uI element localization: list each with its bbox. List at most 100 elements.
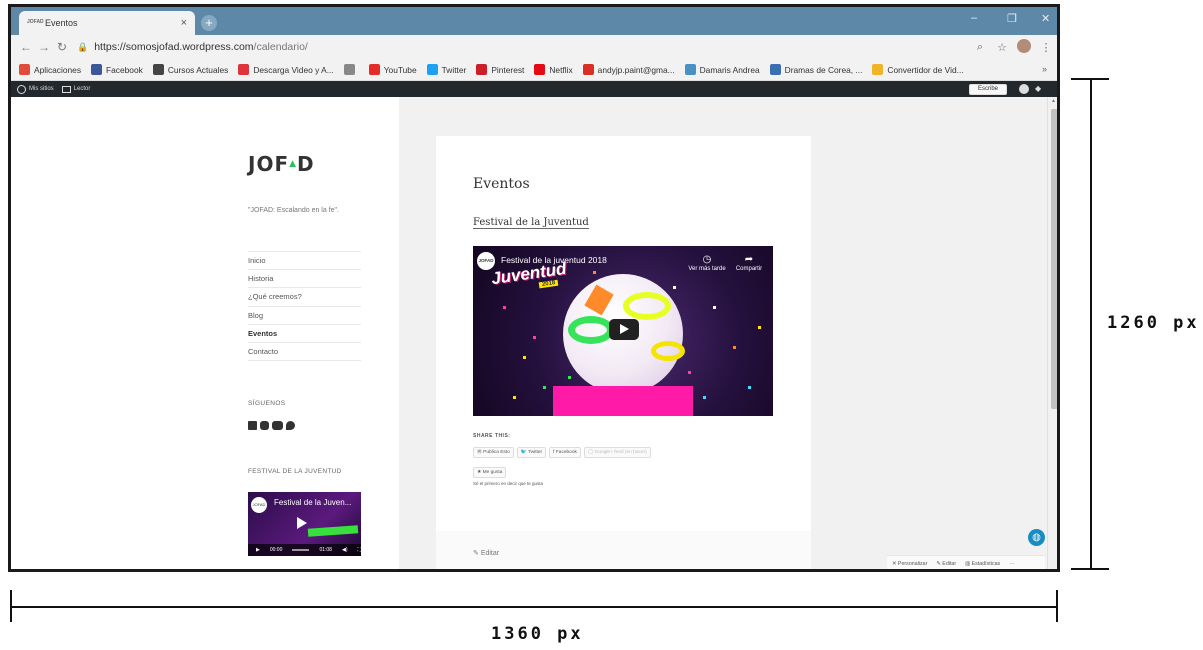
watch-later-button[interactable]: ◷ Ver más tarde xyxy=(685,254,729,272)
nav-item[interactable]: Eventos xyxy=(248,323,361,342)
star-bookmark-icon[interactable]: ☆ xyxy=(991,41,1013,54)
youtube-embed[interactable]: JOFAD Festival de la juventud 2018 Juven… xyxy=(473,246,773,416)
share-wordpress-button[interactable]: Ⓦ Publica Esto xyxy=(473,447,514,458)
instagram-icon[interactable] xyxy=(260,421,269,430)
reader-icon xyxy=(61,85,71,93)
address-bar[interactable]: 🔒 https://somosjofad.wordpress.com/calend… xyxy=(77,41,969,53)
twitter-icon[interactable] xyxy=(286,421,295,430)
my-sites-link[interactable]: Mis sitios xyxy=(17,84,54,94)
gmail-icon xyxy=(582,64,594,75)
site-sidebar: JOF▲D "JOFAD: Escalando en la fe". Inici… xyxy=(11,97,399,569)
bookmark-item[interactable]: Dramas de Corea, ... xyxy=(769,64,862,75)
forward-icon[interactable]: → xyxy=(35,40,53,54)
reader-link[interactable]: Lector xyxy=(61,85,91,93)
video-art-confetti xyxy=(733,346,736,349)
youtube-icon[interactable] xyxy=(272,421,283,430)
share-google-button[interactable]: ◯ Google+ feed (en hacer) xyxy=(583,447,651,458)
bookmark-item[interactable]: Facebook xyxy=(91,64,143,75)
bookmark-item[interactable]: Aplicaciones xyxy=(19,64,81,75)
mini-time-current: 00:00 xyxy=(269,547,283,553)
site-favicon-icon: JOFAD xyxy=(27,19,44,25)
stats-link[interactable]: ▥ Estadísticas xyxy=(965,561,1000,567)
mini-video-controls: ▶ 00:00 01:08 ◀) ⛶ xyxy=(248,544,361,556)
bookmark-item[interactable]: Cursos Actuales xyxy=(152,64,228,75)
browser-toolbar: ← → ↻ 🔒 https://somosjofad.wordpress.com/… xyxy=(11,35,1057,59)
volume-icon[interactable]: ◀) xyxy=(342,544,348,556)
profile-avatar[interactable] xyxy=(1013,38,1035,56)
bookmark-item[interactable]: Twitter xyxy=(426,64,467,75)
bookmark-label: Aplicaciones xyxy=(34,64,82,75)
video-art-confetti xyxy=(503,306,506,309)
youtube-icon xyxy=(368,64,380,75)
back-icon[interactable]: ← xyxy=(17,40,35,54)
wp-admin-bar: Mis sitios Lector Escribe ◆ xyxy=(11,81,1057,97)
nav-item[interactable]: Historia xyxy=(248,269,361,287)
download-icon xyxy=(238,64,250,75)
share-facebook-button[interactable]: f Facebook xyxy=(549,447,581,458)
zoom-icon[interactable]: ⌕ xyxy=(969,41,991,54)
scroll-down-icon[interactable]: ▼ xyxy=(1051,568,1056,569)
reader-label: Lector xyxy=(73,86,91,92)
width-dimension-tick-left xyxy=(10,590,12,622)
bookmark-item[interactable]: Damaris Andrea xyxy=(684,64,760,75)
height-dimension-tick-top xyxy=(1071,78,1109,80)
globe-icon[interactable]: ◍ xyxy=(1028,529,1045,546)
admin-avatar-icon[interactable] xyxy=(1019,84,1029,94)
fullscreen-icon[interactable]: ⛶ xyxy=(357,544,361,556)
sidebar-video-player[interactable]: JOFAD Festival de la Juven... ▶ 00:00 01… xyxy=(248,492,361,556)
footer-edit-link[interactable]: ✎ Editar xyxy=(936,561,956,567)
height-dimension-tick-bottom xyxy=(1071,568,1109,570)
facebook-icon[interactable] xyxy=(248,421,257,430)
play-button[interactable] xyxy=(609,319,639,340)
bookmark-item[interactable]: andyjp.paint@gma... xyxy=(582,64,675,75)
edit-post-link[interactable]: ✎ Editar xyxy=(473,549,499,557)
bookmark-item[interactable]: Convertidor de Vid... xyxy=(872,64,964,75)
mini-progress-bar[interactable] xyxy=(292,549,310,551)
nav-item[interactable]: Contacto xyxy=(248,341,361,360)
nav-item[interactable]: Inicio xyxy=(248,251,361,269)
scroll-thumb[interactable] xyxy=(1051,109,1057,409)
more-icon[interactable]: ··· xyxy=(1009,561,1014,567)
height-label: 1260 px xyxy=(1107,313,1200,333)
scroll-up-icon[interactable]: ▲ xyxy=(1051,98,1056,104)
follow-heading: SÍGUENOS xyxy=(248,400,286,407)
new-tab-button[interactable]: + xyxy=(201,15,217,31)
close-window-icon[interactable]: ✕ xyxy=(1041,12,1050,25)
menu-kebab-icon[interactable]: ⋮ xyxy=(1035,41,1057,54)
channel-logo[interactable]: JOFAD xyxy=(477,252,495,270)
tab-close-icon[interactable]: × xyxy=(181,17,187,29)
reload-icon[interactable]: ↻ xyxy=(53,40,71,54)
play-icon[interactable] xyxy=(297,517,307,529)
write-button[interactable]: Escribe xyxy=(969,84,1007,95)
share-twitter-button[interactable]: 🐦 Twitter xyxy=(516,447,547,458)
like-button[interactable]: ★ Me gusta xyxy=(473,467,507,478)
like-prompt: Sé el primero en decir que te gusta xyxy=(473,481,544,486)
video-art-confetti xyxy=(703,396,706,399)
bookmark-item[interactable] xyxy=(343,64,359,75)
notifications-icon[interactable]: ◆ xyxy=(1035,84,1045,94)
wordpress-icon xyxy=(17,84,26,94)
post-title-link[interactable]: Festival de la Juventud xyxy=(473,217,589,229)
nav-item[interactable]: Blog xyxy=(248,305,361,324)
bookmark-label: Netflix xyxy=(549,64,573,75)
share-video-button[interactable]: ➦ Compartir xyxy=(731,254,767,272)
customize-link[interactable]: ✕ Personalizar xyxy=(892,561,927,567)
tab-title: Eventos xyxy=(45,18,78,28)
bookmark-item[interactable]: Netflix xyxy=(534,64,573,75)
bookmark-label: YouTube xyxy=(383,64,417,75)
mini-video-logo: JOFAD xyxy=(251,497,267,513)
minimize-icon[interactable]: – xyxy=(971,12,977,24)
bookmarks-more-icon[interactable]: » xyxy=(1042,64,1047,74)
site-nav: Inicio Historia ¿Qué creemos? Blog Eventos Co… xyxy=(248,251,361,362)
url-host: https://somosjofad.wordpress.com xyxy=(94,41,254,53)
page-scrollbar[interactable]: ▲ ▼ xyxy=(1047,97,1057,569)
play-small-icon[interactable]: ▶ xyxy=(256,544,260,556)
bookmark-item[interactable]: YouTube xyxy=(368,64,417,75)
restore-icon[interactable]: ❐ xyxy=(1007,12,1017,25)
bookmark-item[interactable]: Descarga Video y A... xyxy=(238,64,334,75)
nav-item[interactable]: ¿Qué creemos? xyxy=(248,287,361,305)
site-logo[interactable]: JOF▲D xyxy=(248,152,315,176)
tab-eventos[interactable]: JOFAD Eventos × xyxy=(19,11,195,35)
bookmark-label: Twitter xyxy=(441,64,467,75)
bookmark-item[interactable]: Pinterest xyxy=(476,64,524,75)
